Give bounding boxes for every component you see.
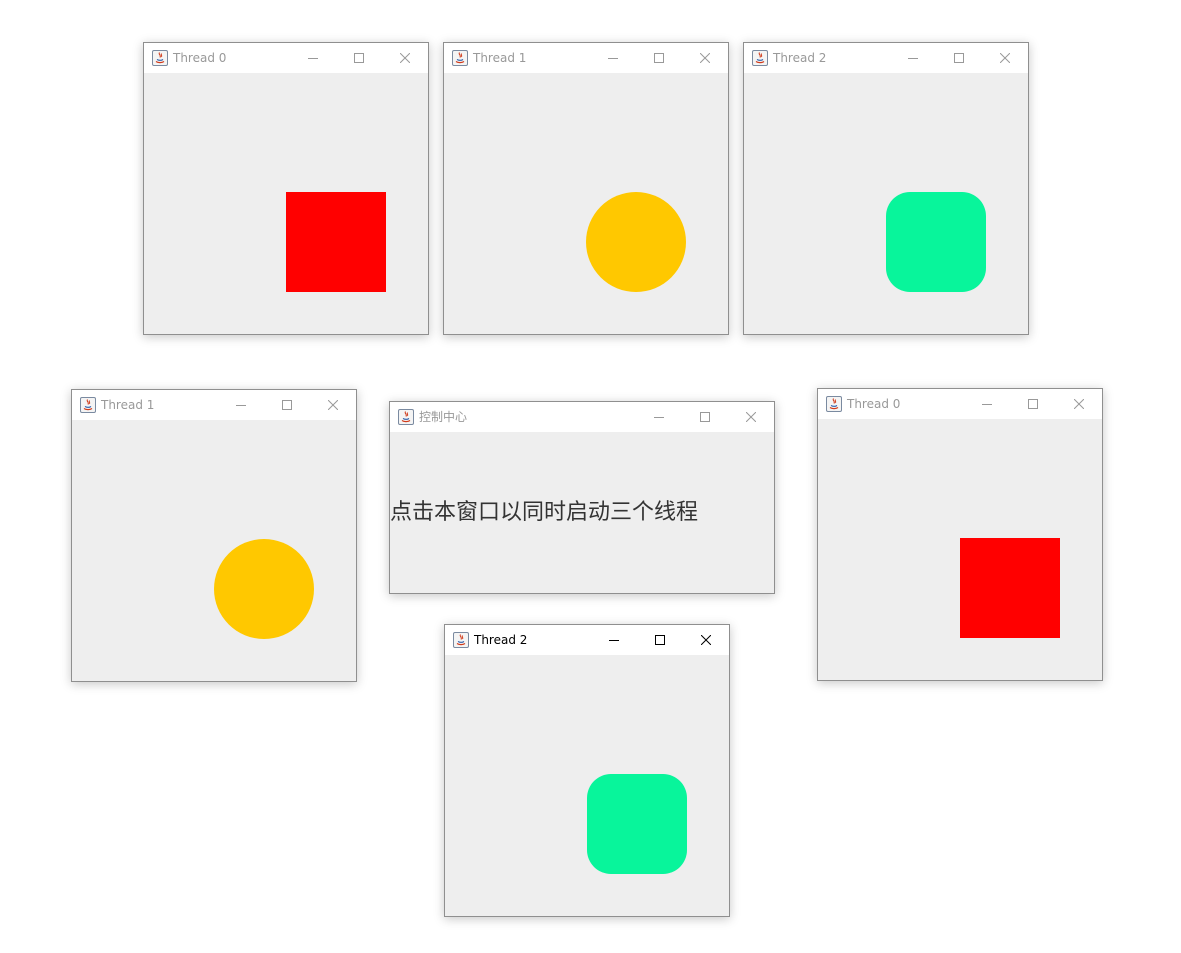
maximize-icon[interactable] bbox=[636, 43, 682, 73]
window-content[interactable] bbox=[445, 655, 729, 916]
minimize-icon[interactable] bbox=[218, 390, 264, 420]
minimize-icon[interactable] bbox=[290, 43, 336, 73]
title-bar[interactable]: Thread 2 bbox=[744, 43, 1028, 73]
yellow-circle-shape bbox=[586, 192, 686, 292]
thread-window[interactable]: Thread 1 bbox=[443, 42, 729, 335]
thread-window[interactable]: Thread 2 bbox=[743, 42, 1029, 335]
window-title: Thread 0 bbox=[847, 397, 901, 411]
green-rounded-square-shape bbox=[886, 192, 986, 292]
close-icon[interactable] bbox=[682, 43, 728, 73]
thread-window[interactable]: Thread 0 bbox=[143, 42, 429, 335]
close-icon[interactable] bbox=[382, 43, 428, 73]
red-square-shape bbox=[960, 538, 1060, 638]
minimize-icon[interactable] bbox=[964, 389, 1010, 419]
maximize-icon[interactable] bbox=[264, 390, 310, 420]
red-square-shape bbox=[286, 192, 386, 292]
title-bar[interactable]: Thread 0 bbox=[144, 43, 428, 73]
close-icon[interactable] bbox=[1056, 389, 1102, 419]
green-rounded-square-shape bbox=[587, 774, 687, 874]
title-bar[interactable]: Thread 1 bbox=[72, 390, 356, 420]
window-title: Thread 1 bbox=[473, 51, 527, 65]
title-bar[interactable]: Thread 2 bbox=[445, 625, 729, 655]
java-app-icon[interactable] bbox=[452, 50, 468, 66]
java-app-icon[interactable] bbox=[453, 632, 469, 648]
start-threads-instruction[interactable]: 点击本窗口以同时启动三个线程 bbox=[390, 498, 698, 528]
java-app-icon[interactable] bbox=[826, 396, 842, 412]
control-center-window[interactable]: 控制中心 点击本窗口以同时启动三个线程 bbox=[389, 401, 775, 594]
maximize-icon[interactable] bbox=[637, 625, 683, 655]
window-title: 控制中心 bbox=[419, 410, 468, 424]
control-center-content[interactable]: 点击本窗口以同时启动三个线程 bbox=[390, 432, 774, 593]
java-app-icon[interactable] bbox=[80, 397, 96, 413]
window-title: Thread 1 bbox=[101, 398, 155, 412]
thread-window-active[interactable]: Thread 2 bbox=[444, 624, 730, 917]
java-app-icon[interactable] bbox=[752, 50, 768, 66]
title-bar[interactable]: 控制中心 bbox=[390, 402, 774, 432]
yellow-circle-shape bbox=[214, 539, 314, 639]
window-title: Thread 0 bbox=[173, 51, 227, 65]
minimize-icon[interactable] bbox=[636, 402, 682, 432]
java-app-icon[interactable] bbox=[152, 50, 168, 66]
maximize-icon[interactable] bbox=[682, 402, 728, 432]
maximize-icon[interactable] bbox=[1010, 389, 1056, 419]
thread-window[interactable]: Thread 0 bbox=[817, 388, 1103, 681]
window-content[interactable] bbox=[444, 73, 728, 334]
window-content[interactable] bbox=[744, 73, 1028, 334]
window-content[interactable] bbox=[72, 420, 356, 681]
minimize-icon[interactable] bbox=[890, 43, 936, 73]
window-title: Thread 2 bbox=[773, 51, 827, 65]
close-icon[interactable] bbox=[728, 402, 774, 432]
close-icon[interactable] bbox=[982, 43, 1028, 73]
minimize-icon[interactable] bbox=[591, 625, 637, 655]
close-icon[interactable] bbox=[310, 390, 356, 420]
thread-window[interactable]: Thread 1 bbox=[71, 389, 357, 682]
minimize-icon[interactable] bbox=[590, 43, 636, 73]
window-title: Thread 2 bbox=[474, 633, 528, 647]
title-bar[interactable]: Thread 0 bbox=[818, 389, 1102, 419]
close-icon[interactable] bbox=[683, 625, 729, 655]
title-bar[interactable]: Thread 1 bbox=[444, 43, 728, 73]
window-content[interactable] bbox=[818, 419, 1102, 680]
window-content[interactable] bbox=[144, 73, 428, 334]
maximize-icon[interactable] bbox=[936, 43, 982, 73]
maximize-icon[interactable] bbox=[336, 43, 382, 73]
java-app-icon[interactable] bbox=[398, 409, 414, 425]
